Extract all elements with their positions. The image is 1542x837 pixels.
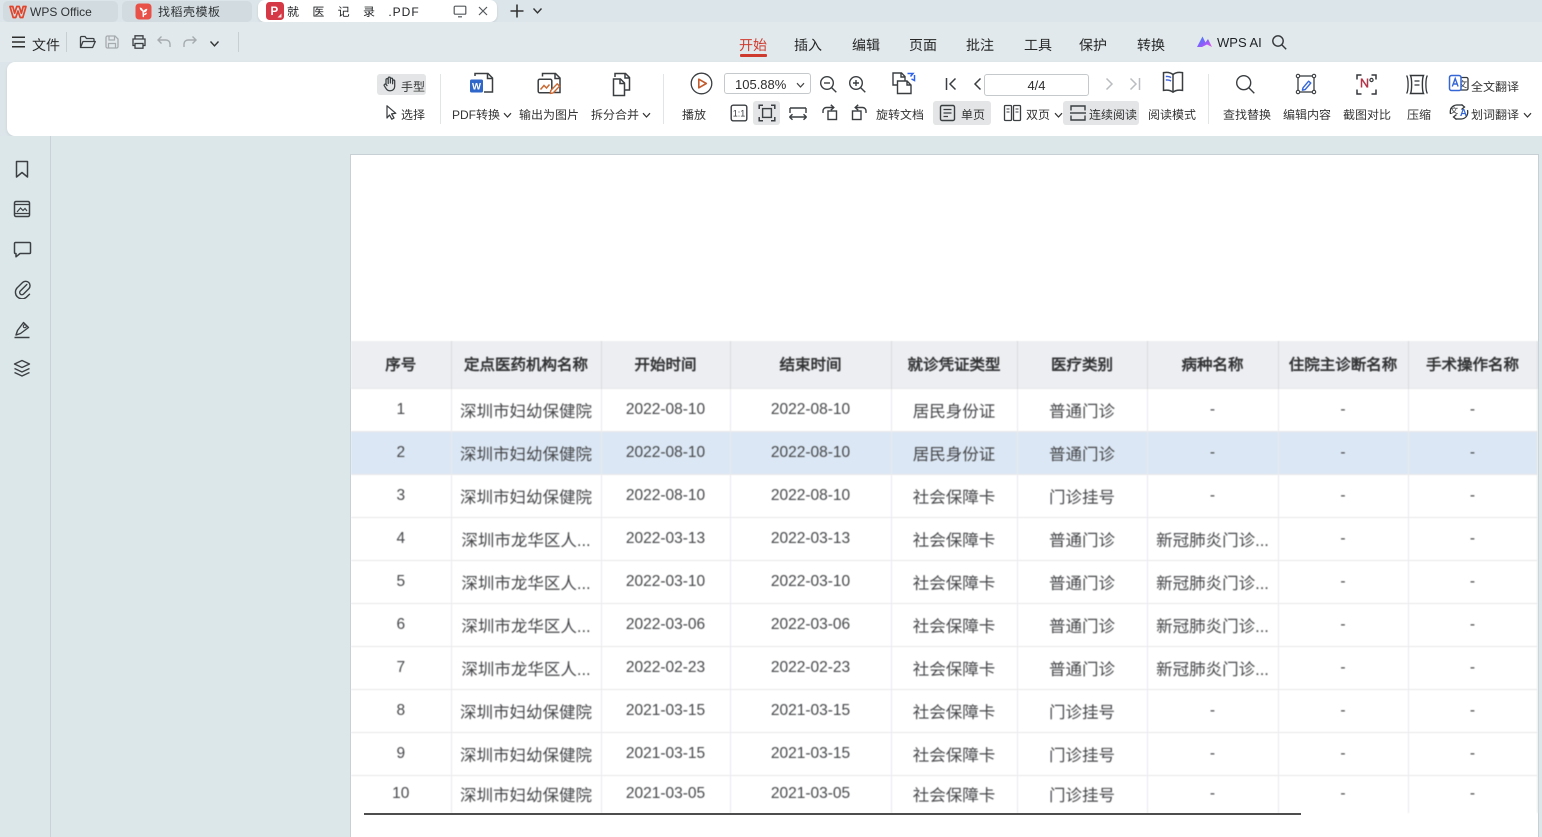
- svg-text:文: 文: [1450, 105, 1459, 117]
- svg-text:W: W: [472, 81, 481, 92]
- svg-text:1:1: 1:1: [733, 109, 746, 119]
- svg-text:P: P: [270, 6, 278, 18]
- svg-text:A: A: [1460, 108, 1467, 119]
